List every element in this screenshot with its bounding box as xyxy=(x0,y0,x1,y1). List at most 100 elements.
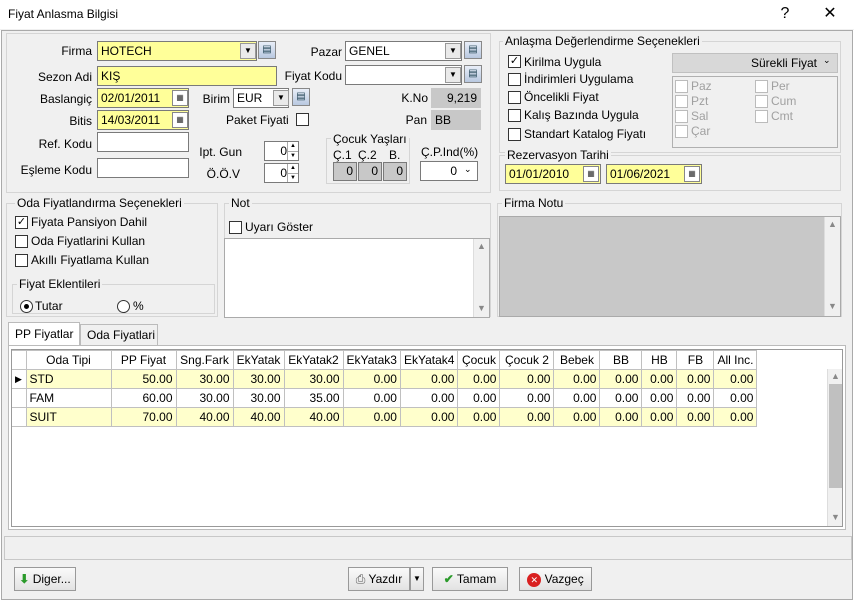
grid-scrollbar[interactable]: ▲ ▼ xyxy=(827,369,842,526)
col-header[interactable]: All Inc. xyxy=(713,350,758,370)
firma-select[interactable]: HOTECH xyxy=(97,41,257,61)
grid-cell[interactable]: 35.00 xyxy=(283,388,344,408)
grid-cell[interactable]: 0.00 xyxy=(641,407,678,427)
firma-notu-area[interactable] xyxy=(499,216,841,317)
grid-cell[interactable]: 0.00 xyxy=(457,369,501,389)
firma-notu-scrollbar[interactable]: ▲ ▼ xyxy=(824,217,840,316)
grid-cell[interactable]: 0.00 xyxy=(641,369,678,389)
day-checkbox-per[interactable] xyxy=(755,80,768,93)
grid-cell[interactable]: 30.00 xyxy=(232,369,285,389)
grid-cell[interactable]: 30.00 xyxy=(175,388,234,408)
grid-cell[interactable]: 0.00 xyxy=(599,369,643,389)
grid-cell[interactable]: 0.00 xyxy=(457,388,501,408)
grid-cell[interactable]: 30.00 xyxy=(175,369,234,389)
tab-oda-fiyatlari[interactable]: Oda Fiyatlari xyxy=(80,324,158,345)
grid-cell[interactable]: FAM xyxy=(25,388,112,408)
col-header[interactable]: EkYatak3 xyxy=(342,350,401,370)
col-header[interactable]: Çocuk xyxy=(457,350,501,370)
chevron-down-icon[interactable]: ▼ xyxy=(445,67,461,83)
lookup-icon[interactable]: ▤ xyxy=(464,65,482,83)
day-checkbox-pzt[interactable] xyxy=(675,95,688,108)
grid-cell[interactable]: 0.00 xyxy=(676,369,715,389)
day-checkbox-cmt[interactable] xyxy=(755,110,768,123)
grid-cell[interactable]: 40.00 xyxy=(232,407,285,427)
grid-cell[interactable]: 0.00 xyxy=(457,407,501,427)
uyari-checkbox[interactable] xyxy=(229,221,242,234)
grid-cell[interactable]: 0.00 xyxy=(641,388,678,408)
lookup-icon[interactable]: ▤ xyxy=(258,41,276,59)
grid-cell[interactable]: 30.00 xyxy=(283,369,344,389)
standart-checkbox[interactable] xyxy=(508,128,521,141)
grid-cell[interactable]: 0.00 xyxy=(676,407,715,427)
scroll-down-icon[interactable]: ▼ xyxy=(477,303,486,313)
yazdir-dropdown[interactable]: ▼ xyxy=(410,567,424,591)
col-header[interactable]: Çocuk 2 xyxy=(499,350,555,370)
scroll-up-icon[interactable]: ▲ xyxy=(477,241,486,251)
close-button[interactable]: ✕ xyxy=(810,4,850,26)
col-header[interactable]: BB xyxy=(599,350,643,370)
col-header[interactable]: Oda Tipi xyxy=(25,350,112,370)
col-header[interactable]: PP Fiyat xyxy=(110,350,177,370)
grid-cell[interactable]: SUIT xyxy=(25,407,112,427)
grid-cell[interactable]: 0.00 xyxy=(399,369,459,389)
grid-cell[interactable]: 0.00 xyxy=(713,407,758,427)
table-row[interactable]: SUIT 70.00 40.00 40.00 40.00 0.00 0.00 0… xyxy=(12,407,758,427)
kirilma-checkbox[interactable]: ✓ xyxy=(508,55,521,68)
grid-cell[interactable]: 0.00 xyxy=(713,369,758,389)
grid-cell[interactable]: 70.00 xyxy=(110,407,177,427)
grid-cell[interactable]: 0.00 xyxy=(342,407,401,427)
kalis-checkbox[interactable] xyxy=(508,109,521,122)
not-textarea[interactable] xyxy=(224,238,490,318)
grid-cell[interactable]: 30.00 xyxy=(232,388,285,408)
calendar-icon[interactable]: ▦ xyxy=(583,166,599,182)
yazdir-button[interactable]: ⎙ Yazdır xyxy=(348,567,410,591)
calendar-icon[interactable]: ▦ xyxy=(172,90,188,106)
tab-pp-fiyatlar[interactable]: PP Fiyatlar xyxy=(8,322,80,346)
chevron-down-icon[interactable]: ▼ xyxy=(240,43,256,59)
calendar-icon[interactable]: ▦ xyxy=(172,112,188,128)
eslemekodu-input[interactable] xyxy=(97,158,189,178)
table-row[interactable]: ▶ STD 50.00 30.00 30.00 30.00 0.00 0.00 … xyxy=(12,369,758,389)
diger-button[interactable]: ⬇ Diger... xyxy=(14,567,76,591)
oov-stepper[interactable]: 0 ▲ ▼ xyxy=(264,163,299,183)
lookup-icon[interactable]: ▤ xyxy=(464,41,482,59)
grid-cell[interactable]: STD xyxy=(25,369,112,389)
grid-cell[interactable]: 0.00 xyxy=(676,388,715,408)
grid-cell[interactable]: 40.00 xyxy=(175,407,234,427)
oncelikli-checkbox[interactable] xyxy=(508,91,521,104)
not-scrollbar[interactable]: ▲ ▼ xyxy=(473,239,489,317)
col-header[interactable]: FB xyxy=(676,350,715,370)
grid-cell[interactable]: 0.00 xyxy=(399,388,459,408)
grid-cell[interactable]: 0.00 xyxy=(342,388,401,408)
help-button[interactable]: ? xyxy=(765,4,805,26)
grid-cell[interactable]: 0.00 xyxy=(399,407,459,427)
scroll-thumb[interactable] xyxy=(829,384,842,488)
grid-cell[interactable]: 0.00 xyxy=(553,369,601,389)
col-header[interactable]: EkYatak2 xyxy=(283,350,344,370)
grid-cell[interactable]: 0.00 xyxy=(599,388,643,408)
day-checkbox-car[interactable] xyxy=(675,125,688,138)
spin-up-icon[interactable]: ▲ xyxy=(287,142,298,151)
grid-cell[interactable]: 0.00 xyxy=(713,388,758,408)
cocuk-age-1[interactable]: 0 xyxy=(333,162,357,181)
scroll-up-icon[interactable]: ▲ xyxy=(831,371,840,381)
iptgun-stepper[interactable]: 0 ▲ ▼ xyxy=(264,141,299,161)
tutar-radio[interactable] xyxy=(20,300,33,313)
spin-down-icon[interactable]: ▼ xyxy=(287,173,298,182)
akilli-checkbox[interactable] xyxy=(15,254,28,267)
col-header[interactable]: HB xyxy=(641,350,678,370)
day-checkbox-sal[interactable] xyxy=(675,110,688,123)
spin-down-icon[interactable]: ▼ xyxy=(287,151,298,160)
chevron-down-icon[interactable]: ▼ xyxy=(273,90,289,106)
lookup-icon[interactable]: ▤ xyxy=(292,88,310,106)
vazgec-button[interactable]: ✕ Vazgeç xyxy=(519,567,592,591)
chevron-down-icon[interactable]: ▼ xyxy=(445,43,461,59)
table-row[interactable]: FAM 60.00 30.00 30.00 35.00 0.00 0.00 0.… xyxy=(12,388,758,408)
chevron-down-icon[interactable]: ⌄ xyxy=(464,164,472,175)
chevron-down-icon[interactable]: ⌄ xyxy=(823,55,831,66)
yuzde-radio[interactable] xyxy=(117,300,130,313)
col-header[interactable]: EkYatak4 xyxy=(399,350,459,370)
grid-cell[interactable]: 0.00 xyxy=(553,388,601,408)
day-checkbox-cum[interactable] xyxy=(755,95,768,108)
grid-cell[interactable]: 0.00 xyxy=(499,388,555,408)
